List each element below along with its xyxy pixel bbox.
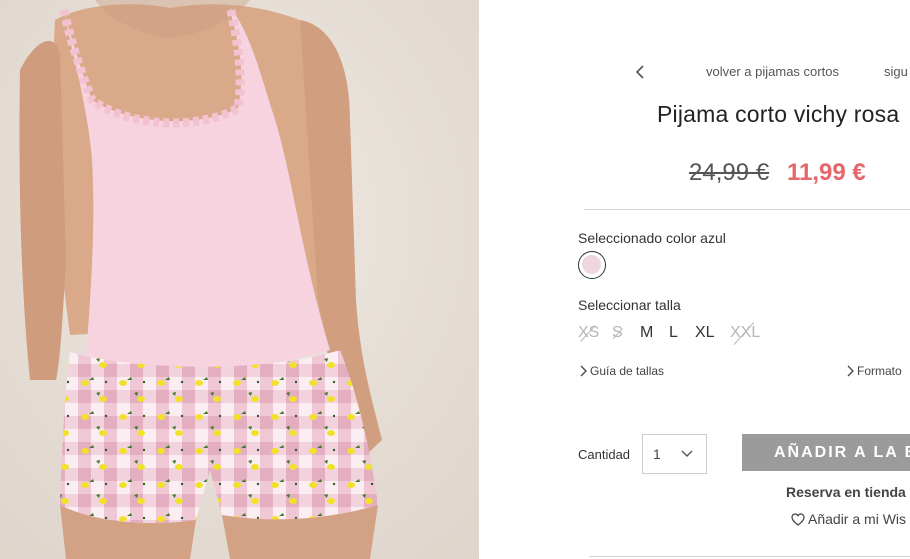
swatch-color-fill [582, 255, 601, 274]
size-option-label: L [669, 324, 678, 341]
size-option-l[interactable]: L [669, 324, 678, 342]
quantity-label: Cantidad [578, 447, 631, 462]
wishlist-label: Añadir a mi Wis [808, 511, 907, 527]
size-option-label: M [640, 324, 654, 341]
chevron-right-icon [580, 365, 587, 377]
heart-icon [791, 513, 805, 526]
reserve-in-store-link[interactable]: Reserva en tienda f [786, 484, 910, 500]
size-guide-label: Guía de tallas [590, 364, 665, 378]
back-to-category-link[interactable]: volver a pijamas cortos [706, 64, 839, 79]
add-to-bag-button[interactable]: AÑADIR A LA B [742, 434, 910, 471]
size-option-xs[interactable]: XS [578, 324, 599, 343]
size-option-label: XL [695, 324, 715, 341]
next-product-link[interactable]: sigu [884, 64, 908, 79]
chevron-right-icon [847, 365, 854, 377]
product-title: Pijama corto vichy rosa [657, 101, 900, 127]
product-photo[interactable] [0, 0, 479, 559]
format-link[interactable]: Formato [846, 364, 902, 378]
size-option-m[interactable]: M [640, 324, 653, 342]
original-price: 24,99 € [689, 159, 770, 186]
size-option-xl[interactable]: XL [695, 324, 715, 342]
chevron-left-icon[interactable] [631, 62, 651, 82]
size-guide-link[interactable]: Guía de tallas [579, 364, 664, 378]
quantity-select[interactable]: 1 [642, 434, 707, 474]
color-swatch-selected[interactable] [578, 251, 606, 279]
add-to-wishlist-link[interactable]: Añadir a mi Wis [791, 511, 906, 527]
section-divider [589, 556, 910, 557]
size-option-xxl[interactable]: XXL [730, 322, 760, 346]
color-label: Seleccionado color azul [578, 230, 726, 246]
price-divider [584, 209, 910, 210]
chevron-down-icon [681, 450, 693, 457]
size-label: Seleccionar talla [578, 297, 681, 313]
product-detail-panel: volver a pijamas cortos sigu Pijama cort… [479, 0, 910, 559]
quantity-value: 1 [653, 446, 661, 462]
sale-price: 11,99 € [787, 159, 866, 186]
format-label: Formato [857, 364, 902, 378]
size-option-s[interactable]: S [612, 324, 624, 342]
